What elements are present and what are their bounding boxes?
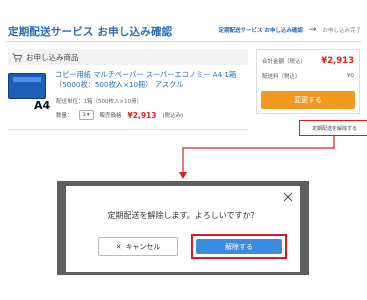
dialog-cancel-label: キャンセル (125, 242, 161, 251)
dialog-confirm-button[interactable]: 解除する (196, 239, 282, 254)
product-image-label: A4 (34, 99, 51, 112)
cancel-subscription-link[interactable]: 定期配送を解除する (299, 120, 367, 136)
confirm-dialog: 定期配送を解除します。よろしいですか？ ✕ キャンセル 解除する (66, 186, 300, 272)
chevron-down-icon: ▾ (86, 112, 90, 118)
highlight-frame: 解除する (191, 234, 287, 259)
step-current: 定期配送サービス お申し込み確認 (218, 28, 303, 34)
arrow-right-icon: → (308, 24, 317, 35)
quantity-row: 数量： 1 ▾ 販売価格 ¥2,913 (税込み) (56, 110, 183, 120)
page-title: 定期配送サービス お申し込み確認 (8, 26, 173, 38)
order-section-header: お申し込み商品 (8, 49, 248, 65)
price-tax-note: (税込み) (162, 113, 184, 119)
paper-box-graphic (8, 73, 46, 99)
dialog-message: 定期配送を解除します。よろしいですか？ (107, 211, 259, 220)
order-summary: 合計金額（税込） ¥2,913 配送料（税込） ¥0 変更する (256, 49, 360, 114)
shipping-row: 配送料（税込） ¥0 (262, 72, 354, 80)
close-icon: ✕ (115, 242, 122, 251)
close-icon[interactable] (282, 191, 294, 203)
delivery-unit: 配送単位：1箱（500枚入×10冊） (56, 99, 143, 105)
change-button[interactable]: 変更する (261, 91, 355, 109)
quantity-value: 1 (82, 112, 86, 118)
total-row: 合計金額（税込） ¥2,913 (262, 56, 354, 66)
quantity-select[interactable]: 1 ▾ (78, 110, 94, 120)
price-value: ¥2,913 (127, 110, 157, 120)
total-label: 合計金額（税込） (262, 59, 307, 65)
row-divider (8, 129, 248, 130)
total-value: ¥2,913 (321, 56, 354, 66)
dialog-cancel-button[interactable]: ✕ キャンセル (98, 237, 178, 256)
shipping-value: ¥0 (347, 73, 354, 79)
step-indicator: 定期配送サービス お申し込み確認 → お申し込み完了 (218, 24, 361, 35)
quantity-label: 数量： (56, 113, 73, 119)
step-next: お申し込み完了 (322, 28, 361, 34)
product-image[interactable]: A4 (8, 71, 51, 112)
modal-overlay: 定期配送を解除します。よろしいですか？ ✕ キャンセル 解除する (57, 181, 309, 275)
section-label: お申し込み商品 (26, 52, 79, 62)
price-label: 販売価格 (99, 113, 122, 119)
title-divider (6, 41, 361, 42)
shipping-label: 配送料（税込） (262, 74, 301, 80)
product-name-link[interactable]: コピー用紙 マルチペーパー スーパーエコノミー A4 1箱（5000枚：500枚… (55, 70, 247, 90)
cart-icon (12, 53, 22, 62)
